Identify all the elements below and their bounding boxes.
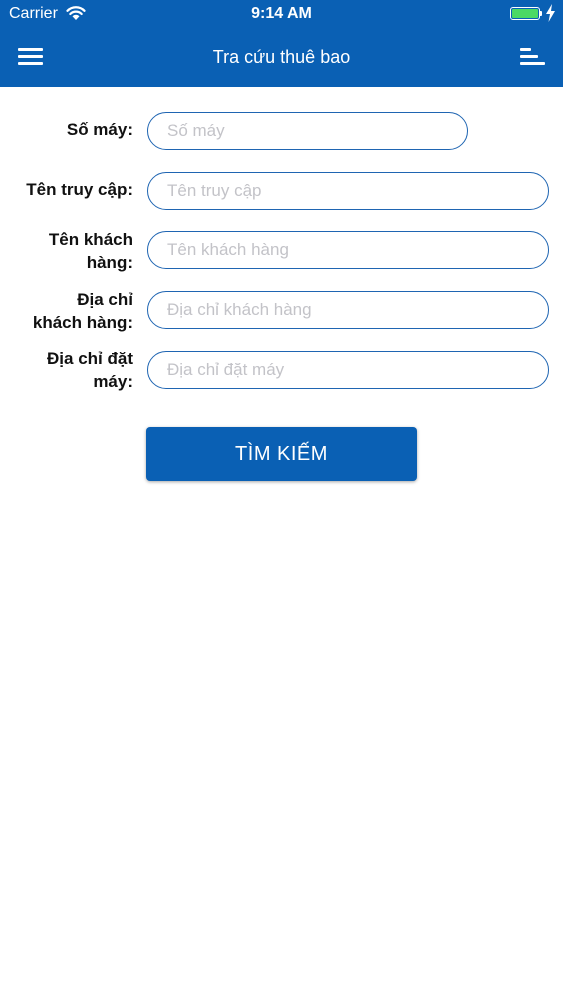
search-button[interactable]: TÌM KIẾM <box>146 427 417 481</box>
charging-bolt-icon <box>546 4 555 27</box>
page-title: Tra cứu thuê bao <box>212 47 351 67</box>
navigation-bar: Tra cứu thuê bao <box>0 30 563 87</box>
username-label: Tên truy cập: <box>26 180 133 199</box>
phone-number-field[interactable] <box>147 112 468 150</box>
customer-name-label: Tên khách hàng: <box>8 228 133 274</box>
username-input[interactable] <box>167 173 531 208</box>
phone-number-input[interactable] <box>167 113 450 148</box>
battery-fill <box>512 9 538 18</box>
customer-name-field[interactable] <box>147 231 549 269</box>
customer-name-label-line2: hàng: <box>86 253 133 272</box>
customer-address-label-line2: khách hàng: <box>32 313 133 332</box>
battery-icon <box>510 7 540 20</box>
top-bar: Carrier 9:14 AM Tra cứu thuê bao <box>0 0 563 87</box>
customer-address-label: Địa chỉ khách hàng: <box>8 288 133 334</box>
customer-address-field[interactable] <box>147 291 549 329</box>
customer-name-input[interactable] <box>167 232 531 267</box>
install-address-label-line1: Địa chỉ đặt <box>47 349 133 368</box>
status-time: 9:14 AM <box>251 5 312 22</box>
customer-name-label-line1: Tên khách <box>48 230 133 249</box>
install-address-field[interactable] <box>147 351 549 389</box>
customer-address-input[interactable] <box>167 292 531 327</box>
install-address-label-line2: máy: <box>93 372 133 391</box>
customer-address-label-line1: Địa chỉ <box>77 290 133 309</box>
install-address-input[interactable] <box>167 352 531 387</box>
phone-number-label: Số máy: <box>66 120 133 139</box>
list-lines-icon[interactable] <box>512 42 552 72</box>
status-bar: Carrier 9:14 AM <box>0 0 563 30</box>
username-field[interactable] <box>147 172 549 210</box>
install-address-label: Địa chỉ đặt máy: <box>8 347 133 393</box>
battery-cap <box>540 11 542 16</box>
